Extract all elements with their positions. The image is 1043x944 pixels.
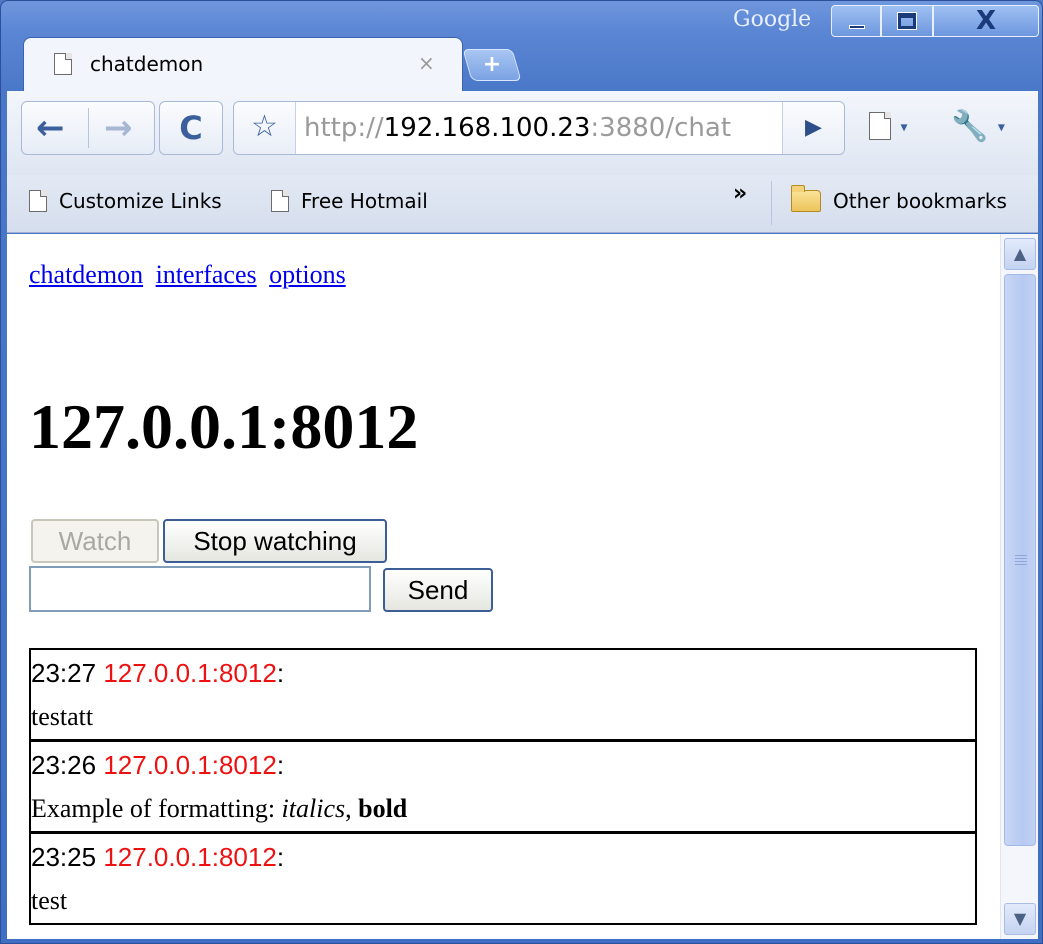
chevron-down-icon: ▾ [900,119,908,136]
window-brand-label: Google [733,7,812,32]
message-body-separator: , [345,794,359,823]
close-icon: X [975,6,997,36]
send-button[interactable]: Send [383,568,493,612]
message-colon: : [276,842,285,872]
bookmark-label: Customize Links [59,189,222,213]
wrench-icon: 🔧 [951,109,989,144]
tab-close-icon[interactable]: × [418,51,435,75]
url-scheme: http:// [304,113,384,143]
message-colon: : [276,658,285,688]
minimize-icon [849,25,865,29]
message-header: 23:27 127.0.0.1:8012: [31,658,284,689]
bookmark-free-hotmail[interactable]: Free Hotmail [271,189,428,219]
other-bookmarks-button[interactable]: Other bookmarks [791,185,1007,219]
message-item: 23:26 127.0.0.1:8012: Example of formatt… [31,742,975,834]
message-body-text: Example of formatting: [31,794,282,823]
nav-separator [88,108,89,148]
nav-link-interfaces[interactable]: interfaces [156,260,257,289]
reload-button[interactable]: C [159,101,223,155]
scrollbar-grip [1015,555,1027,565]
vertical-scrollbar[interactable]: ▲ ▼ [1000,234,1038,939]
message-body: Example of formatting: italics, bold [31,794,407,824]
go-button[interactable]: ▶ [782,102,844,154]
reload-icon: C [179,109,203,147]
plus-icon: + [482,52,502,77]
message-body-italic: italics [281,794,346,823]
message-body-bold: bold [358,794,408,823]
maximize-button[interactable] [881,5,933,37]
top-nav: chatdemon interfaces options [29,260,352,290]
page-icon [54,53,72,75]
message-header: 23:26 127.0.0.1:8012: [31,750,284,781]
toolbar: ← → C ☆ http://192.168.100.23:3880/chat … [7,91,1038,175]
message-item: 23:27 127.0.0.1:8012: testatt [31,650,975,742]
bookmark-label: Free Hotmail [301,189,428,213]
bookmarks-overflow-icon[interactable]: » [733,181,747,206]
page-icon [29,190,47,212]
nav-link-options[interactable]: options [269,260,346,289]
message-sender: 127.0.0.1:8012 [103,750,277,780]
folder-icon [791,185,821,212]
tab-chatdemon[interactable]: chatdemon × [23,37,463,92]
scroll-down-button[interactable]: ▼ [1004,903,1036,935]
message-log: 23:27 127.0.0.1:8012: testatt 23:26 127.… [29,648,977,925]
address-bar[interactable]: ☆ http://192.168.100.23:3880/chat ▶ [233,101,845,155]
scrollbar-thumb[interactable] [1004,274,1036,846]
tab-title: chatdemon [90,52,204,76]
nav-button-group: ← → [21,101,155,155]
message-item: 23:25 127.0.0.1:8012: test [31,834,975,923]
star-icon[interactable]: ☆ [234,102,296,154]
page-icon [271,190,289,212]
browser-window: Google X chatdemon × + ← → C ☆ http://19… [0,0,1043,944]
message-sender: 127.0.0.1:8012 [103,842,277,872]
message-time: 23:26 [31,750,97,780]
play-icon: ▶ [805,115,822,140]
url-path: :3880/chat [590,113,732,143]
page-viewport: chatdemon interfaces options 127.0.0.1:8… [7,234,1038,939]
url-host: 192.168.100.23 [383,113,591,143]
message-time: 23:25 [31,842,97,872]
forward-arrow-icon[interactable]: → [104,104,133,152]
message-colon: : [276,750,285,780]
minimize-button[interactable] [831,5,881,37]
bookmark-customize-links[interactable]: Customize Links [29,189,222,219]
page-title: 127.0.0.1:8012 [29,391,419,462]
message-input[interactable] [29,566,371,612]
page-menu-button[interactable]: ▾ [869,109,939,149]
maximize-icon [897,12,917,30]
stop-watching-button[interactable]: Stop watching [163,519,387,563]
message-sender: 127.0.0.1:8012 [103,658,277,688]
other-bookmarks-label: Other bookmarks [833,189,1007,213]
bookmarks-separator [771,181,772,225]
chevron-down-icon: ▾ [997,119,1005,136]
message-header: 23:25 127.0.0.1:8012: [31,842,284,873]
message-time: 23:27 [31,658,97,688]
back-arrow-icon[interactable]: ← [36,104,65,152]
tools-menu-button[interactable]: 🔧 ▾ [951,109,1031,149]
close-window-button[interactable]: X [933,5,1039,37]
url-text[interactable]: http://192.168.100.23:3880/chat [304,102,784,154]
new-tab-button[interactable]: + [462,49,522,81]
watch-button[interactable]: Watch [31,519,159,563]
message-body: test [31,886,68,915]
message-body: testatt [31,702,94,731]
bookmarks-bar: Customize Links Free Hotmail » Other boo… [7,175,1038,233]
nav-link-chatdemon[interactable]: chatdemon [29,260,143,289]
page-icon [869,112,891,140]
scroll-up-button[interactable]: ▲ [1004,238,1036,270]
